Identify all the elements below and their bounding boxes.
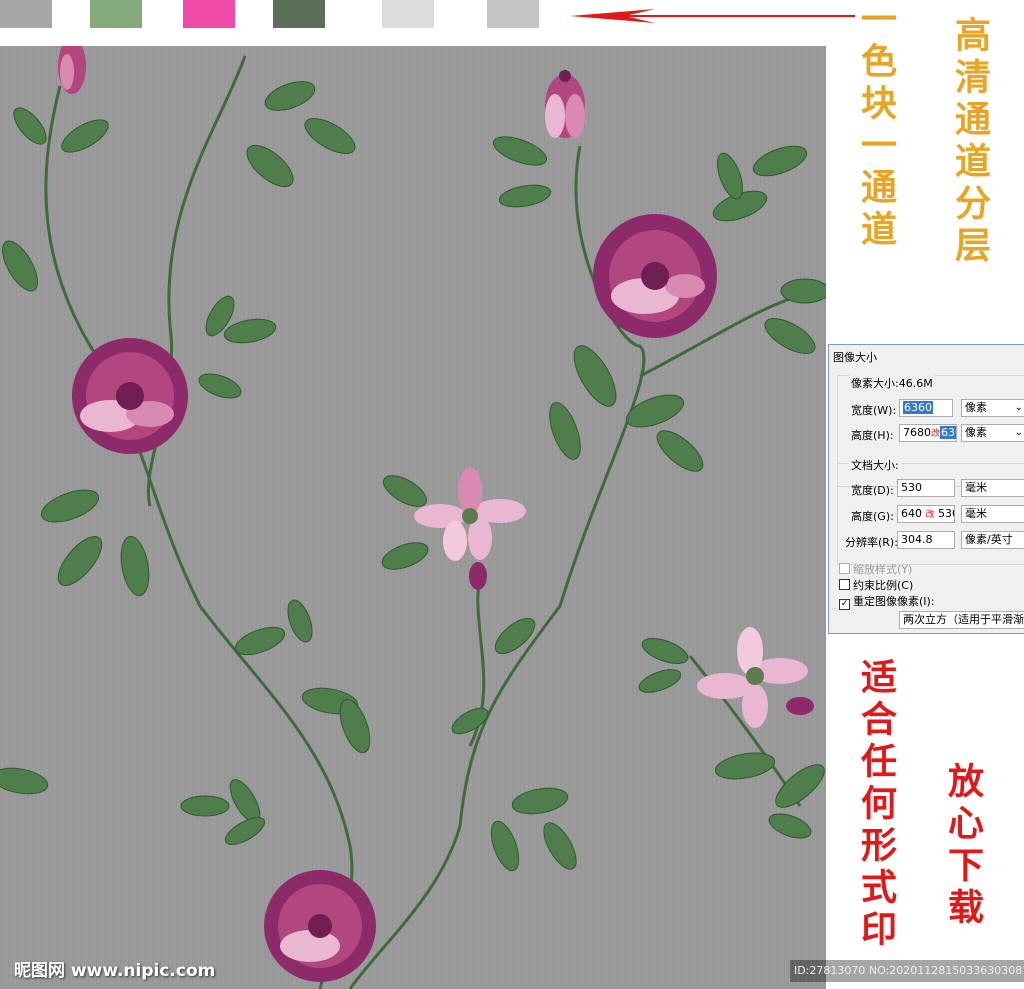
swatch-dark-green bbox=[273, 0, 325, 28]
resample-checkbox[interactable]: ✓ 重定图像像素(I): bbox=[839, 593, 935, 610]
label-one-channel-per-color: 一色块一通道 bbox=[855, 0, 897, 252]
doc-width-label: 宽度(D): bbox=[851, 484, 894, 497]
chevron-down-icon: ⌄ bbox=[1014, 427, 1023, 438]
swatch-sage-green bbox=[90, 0, 142, 28]
resample-method-select[interactable]: 两次立方（适用于平滑渐变 bbox=[899, 611, 1024, 629]
swatch-magenta bbox=[183, 0, 235, 28]
swatch-silver bbox=[487, 0, 539, 28]
label-hd-channel-layers: 高清通道分层 bbox=[949, 16, 991, 268]
constrain-proportions-checkbox[interactable]: 约束比例(C) bbox=[839, 577, 913, 593]
chevron-down-icon: ⌄ bbox=[1014, 402, 1023, 413]
swatch-gray bbox=[0, 0, 52, 28]
red-arrow-icon bbox=[570, 9, 855, 23]
doc-width-input[interactable]: 530 bbox=[897, 479, 955, 497]
height-label: 高度(H): bbox=[851, 429, 894, 442]
width-input[interactable]: 6360 bbox=[899, 399, 953, 417]
floral-pattern-image: 昵图网 www.nipic.com bbox=[0, 46, 826, 989]
swatch-light-gray bbox=[382, 0, 434, 28]
resolution-unit-select[interactable]: 像素/英寸 bbox=[961, 531, 1024, 549]
height-unit-select[interactable]: 像素 ⌄ bbox=[961, 424, 1024, 442]
pixel-dimensions-label: 像素大小:46.6M bbox=[849, 375, 935, 391]
width-unit-select[interactable]: 像素 ⌄ bbox=[961, 399, 1024, 417]
label-suits-any-print: 适合任何形式印 bbox=[855, 658, 897, 952]
checkmark-icon: ✓ bbox=[839, 599, 850, 610]
image-id-watermark: ID:27813070 NO:20201128150336303081 bbox=[790, 960, 1024, 982]
image-size-dialog: 图像大小 像素大小:46.6M 宽度(W): 6360 像素 ⌄ 高度(H): 7… bbox=[828, 344, 1024, 634]
doc-width-unit-select[interactable]: 毫米 bbox=[961, 479, 1024, 497]
dialog-title: 图像大小 bbox=[833, 351, 877, 364]
height-input[interactable]: 7680改6360 bbox=[899, 424, 957, 442]
site-watermark: 昵图网 www.nipic.com bbox=[14, 961, 216, 981]
scale-styles-checkbox[interactable]: 缩放样式(Y) bbox=[839, 561, 912, 577]
document-size-label: 文档大小: bbox=[849, 457, 901, 473]
resolution-label: 分辨率(R): bbox=[845, 536, 898, 549]
color-swatch-strip bbox=[0, 0, 560, 28]
checkbox-empty-icon bbox=[839, 579, 850, 590]
resolution-input[interactable]: 304.8 bbox=[897, 531, 955, 549]
checkbox-empty-icon bbox=[839, 563, 850, 574]
doc-height-unit-select[interactable]: 毫米 bbox=[961, 505, 1024, 523]
doc-height-label: 高度(G): bbox=[851, 510, 894, 523]
width-label: 宽度(W): bbox=[851, 404, 897, 417]
label-download-safely: 放心下载 bbox=[942, 762, 984, 930]
doc-height-input[interactable]: 640 改 530 bbox=[897, 505, 955, 523]
